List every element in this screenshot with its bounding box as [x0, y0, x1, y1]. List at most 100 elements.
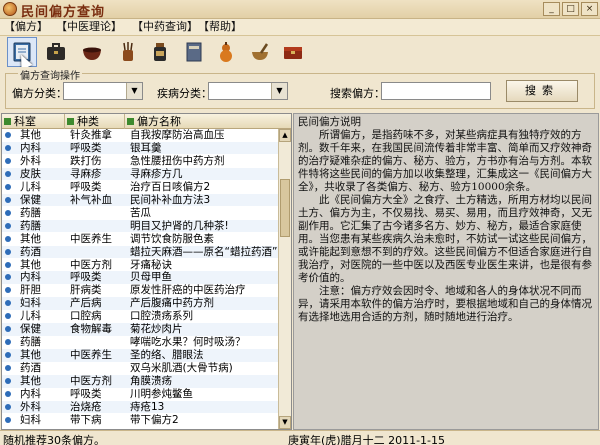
table-row[interactable]: 其他 中医方剂 牙痛秘诀 — [2, 259, 278, 272]
description-paragraph: 注意：偏方疗效会因时令、地域和各人的身体状况不同而异，请采用本软件的偏方治疗时，… — [298, 285, 592, 323]
cell-type: 呼吸类 — [70, 388, 102, 400]
cell-department: 其他 — [20, 232, 41, 245]
row-bullet-icon — [5, 235, 11, 242]
bowl-icon — [83, 47, 101, 60]
table-row[interactable]: 药膳 明目又护肾的几种茶! — [2, 219, 278, 233]
toolbar-button-gourd[interactable] — [211, 37, 241, 67]
toolbar-button-bowl[interactable] — [77, 37, 107, 67]
column-header-label: 种类 — [77, 115, 99, 128]
toolbar-button-box[interactable] — [278, 37, 308, 67]
row-bullet-icon — [5, 209, 11, 216]
row-bullet-icon — [5, 300, 11, 307]
table-row[interactable]: 外科 跌打伤 急性腰扭伤中药方剂 — [2, 155, 278, 168]
category-select[interactable]: ▼ — [63, 82, 143, 100]
row-bullet-icon — [5, 352, 11, 359]
scroll-down-icon[interactable]: ▼ — [279, 416, 291, 429]
box-icon — [284, 47, 302, 59]
cell-department: 外科 — [20, 400, 41, 413]
table-row[interactable]: 内科 呼吸类 川明参炖鳖鱼 — [2, 388, 278, 401]
maximize-button[interactable]: □ — [562, 2, 579, 16]
cell-department: 药膳 — [20, 219, 41, 232]
toolbar-button-medicine[interactable] — [145, 37, 175, 67]
table-row[interactable]: 其他 中医养生 调节饮食防服色素 — [2, 233, 278, 246]
row-bullet-icon — [5, 157, 11, 164]
table-row[interactable]: 保健 补气补血 民间补补血方法3 — [2, 193, 278, 207]
table-row[interactable]: 内科 呼吸类 贝母甲鱼 — [2, 271, 278, 284]
cell-department: 保健 — [20, 193, 41, 206]
scroll-up-icon[interactable]: ▲ — [279, 129, 291, 142]
table-row[interactable]: 妇科 产后病 产后腹痛中药方剂 — [2, 297, 278, 310]
toolbar-button-herb-book[interactable] — [179, 37, 209, 67]
row-bullet-icon — [5, 326, 11, 333]
cell-department: 儿科 — [20, 310, 41, 323]
column-header-type[interactable]: 种类 — [65, 114, 125, 129]
toolbar-button-mortar[interactable] — [245, 37, 275, 67]
cell-department: 内科 — [20, 388, 41, 400]
description-title: 民间偏方说明 — [298, 116, 361, 128]
keyword-input[interactable] — [381, 82, 491, 100]
menu-prescriptions[interactable]: 【偏方】 — [4, 20, 48, 34]
cell-name: 治疗百日咳偏方2 — [130, 180, 211, 193]
scroll-thumb[interactable] — [280, 179, 290, 237]
cell-type: 呼吸类 — [70, 141, 102, 154]
cell-type: 呼吸类 — [70, 271, 102, 284]
cell-type: 呼吸类 — [70, 180, 102, 193]
status-message: 随机推荐30条偏方。 — [3, 434, 105, 445]
cell-name: 带下偏方2 — [130, 413, 179, 426]
table-row[interactable]: 外科 治烧疮 痔疮13 — [2, 400, 278, 414]
keyword-label: 搜索偏方： — [330, 87, 385, 100]
mortar-pestle-icon — [252, 43, 269, 60]
query-panel: 偏方查询操作 偏方分类： ▼ 疾病分类： ▼ 搜索偏方： 搜索 — [5, 67, 595, 109]
menu-help[interactable]: 【帮助】 — [198, 20, 242, 34]
row-bullet-icon — [5, 365, 11, 372]
chevron-down-icon[interactable]: ▼ — [126, 83, 142, 99]
table-scrollbar[interactable]: ▲ ▼ — [278, 129, 291, 429]
status-date: 庚寅年(虎)腊月十二 2011-1-15 — [288, 434, 446, 445]
cell-department: 药酒 — [20, 362, 41, 375]
cell-name: 寻麻疹方几 — [130, 167, 183, 180]
row-bullet-icon — [5, 403, 11, 410]
table-row[interactable]: 保健 食物解毒 菊花炒肉片 — [2, 323, 278, 336]
menu-tcm-theory[interactable]: 【中医理论】 — [56, 20, 122, 34]
column-header-name[interactable]: 偏方名称 — [125, 114, 291, 129]
close-button[interactable]: × — [581, 2, 598, 16]
row-bullet-icon — [5, 222, 11, 229]
menu-bar: 【偏方】 【中医理论】 【中药查询】 【帮助】 — [0, 19, 600, 36]
minimize-button[interactable]: _ — [543, 2, 560, 16]
cell-department: 内科 — [20, 141, 41, 154]
table-row[interactable]: 妇科 带下病 带下偏方2 — [2, 414, 278, 427]
menu-herb-query[interactable]: 【中药查询】 — [132, 20, 198, 34]
table-row[interactable]: 其他 中医养生 圣的络、腊眼法 — [2, 349, 278, 362]
cell-department: 肝胆 — [20, 284, 41, 297]
row-bullet-icon — [5, 183, 11, 190]
toolbar-button-case[interactable] — [41, 37, 71, 67]
table-row[interactable]: 药膳 苦瓜 — [2, 207, 278, 220]
search-button[interactable]: 搜索 — [506, 80, 578, 102]
table-row[interactable]: 肝胆 肝病类 原发性肝癌的中医药治疗 — [2, 284, 278, 297]
table-row[interactable]: 儿科 呼吸类 治疗百日咳偏方2 — [2, 181, 278, 194]
table-row[interactable]: 其他 针灸推拿 自我按摩防治高血压 — [2, 129, 278, 142]
table-row[interactable]: 药酒 蜡拉天麻酒——原名“蜡拉药酒” — [2, 245, 278, 259]
table-header: 科室 种类 偏方名称 — [2, 114, 291, 129]
briefcase-icon — [47, 43, 65, 60]
cell-name: 苦瓜 — [130, 206, 151, 219]
cell-name: 急性腰扭伤中药方剂 — [130, 154, 225, 167]
cell-name: 菊花炒肉片 — [130, 323, 183, 336]
row-bullet-icon — [5, 248, 11, 255]
table-row[interactable]: 药酒 双乌米肌酒(大骨节病) — [2, 362, 278, 375]
cell-department: 其他 — [20, 375, 41, 388]
chevron-down-icon[interactable]: ▼ — [271, 83, 287, 99]
toolbar-button-brush-holder[interactable] — [113, 37, 143, 67]
row-bullet-icon — [5, 287, 11, 294]
table-row[interactable]: 其他 中医方剂 角膜溃疡 — [2, 375, 278, 388]
cell-type: 跌打伤 — [70, 154, 102, 167]
table-row[interactable]: 药膳 哮喘吃水果？何时吸汤？ — [2, 336, 278, 349]
table-row[interactable]: 皮肤 寻麻疹 寻麻疹方几 — [2, 167, 278, 181]
table-row[interactable]: 内科 呼吸类 银耳羹 — [2, 141, 278, 155]
column-header-department[interactable]: 科室 — [2, 114, 65, 129]
table-row[interactable]: 儿科 口腔病 口腔溃疡系列 — [2, 310, 278, 323]
window-title: 民间偏方查询 — [21, 5, 106, 20]
cell-name: 哮喘吃水果？何时吸汤？ — [130, 336, 246, 349]
disease-select[interactable]: ▼ — [208, 82, 288, 100]
cell-type: 中医养生 — [70, 232, 112, 245]
